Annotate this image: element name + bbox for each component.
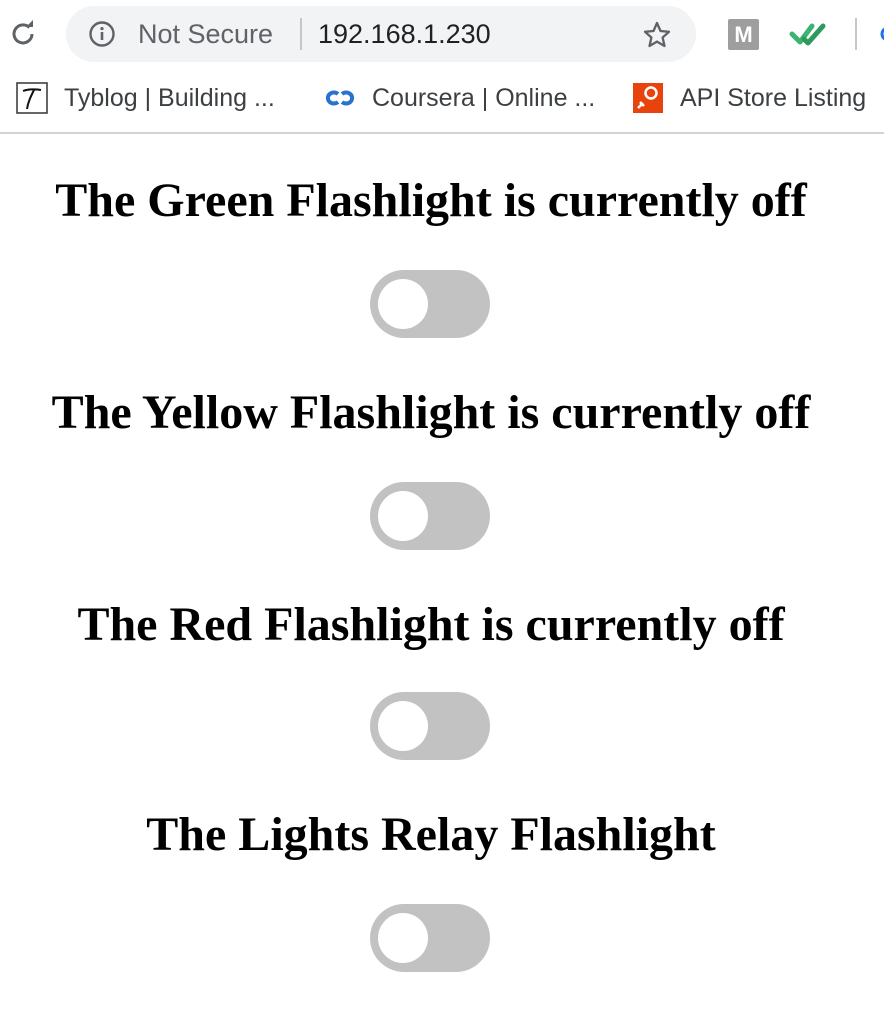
account-icon[interactable] <box>876 18 884 50</box>
red-flashlight-title: The Red Flashlight is currently off <box>77 598 785 651</box>
url-text[interactable]: 192.168.1.230 <box>318 19 491 49</box>
tyblog-favicon-icon <box>16 82 48 114</box>
extension-m-icon[interactable]: M <box>728 19 759 50</box>
toolbar-separator <box>855 18 857 50</box>
yellow-flashlight-toggle[interactable] <box>370 482 490 550</box>
info-icon[interactable] <box>88 20 116 48</box>
api-store-favicon-icon <box>633 83 663 113</box>
bookmark-label: Tyblog | Building ... <box>64 84 275 112</box>
coursera-favicon-icon <box>325 90 355 106</box>
extension-check-icon[interactable] <box>789 17 827 51</box>
toggle-knob <box>378 701 428 751</box>
toggle-knob <box>378 279 428 329</box>
toggle-knob <box>378 491 428 541</box>
browser-toolbar: Not Secure 192.168.1.230 M <box>0 0 884 68</box>
bookmarks-bar: Tyblog | Building ... Coursera | Online … <box>0 68 884 134</box>
security-status-label[interactable]: Not Secure <box>138 19 273 49</box>
bookmark-label: Coursera | Online ... <box>372 84 596 112</box>
lights-relay-flashlight-title: The Lights Relay Flashlight <box>146 808 716 861</box>
red-flashlight-toggle[interactable] <box>370 692 490 760</box>
address-bar[interactable]: Not Secure 192.168.1.230 <box>66 6 696 62</box>
toggle-knob <box>378 913 428 963</box>
bookmark-label: API Store Listing <box>680 84 867 112</box>
yellow-flashlight-title: The Yellow Flashlight is currently off <box>51 386 811 439</box>
reload-icon[interactable] <box>7 18 39 50</box>
green-flashlight-toggle[interactable] <box>370 270 490 338</box>
green-flashlight-title: The Green Flashlight is currently off <box>55 174 807 227</box>
address-divider <box>300 18 302 50</box>
lights-relay-flashlight-toggle[interactable] <box>370 904 490 972</box>
bookmark-star-icon[interactable] <box>642 20 672 50</box>
